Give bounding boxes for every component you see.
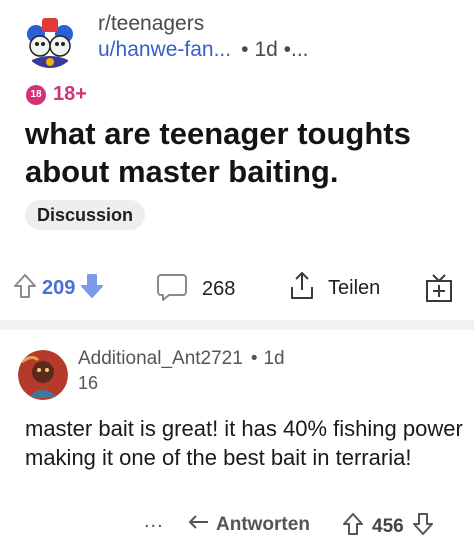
post-meta: u/hanwe-fan... • 1d •... [98,38,309,62]
upvote-arrow-icon[interactable] [12,272,38,305]
share-label: Teilen [328,277,381,299]
nsfw-indicator: 18 18+ [26,83,87,106]
comment-downvote-icon[interactable] [412,512,434,541]
comment-meta-separator: • [250,348,258,369]
downvote-arrow-icon[interactable] [79,272,105,305]
award-button[interactable] [424,272,454,309]
reply-label: Antworten [216,513,310,535]
comment-user-flair: 16 [78,373,99,393]
comment-avatar[interactable] [18,350,68,400]
comment-score: 456 [372,515,404,537]
comment-upvote-icon[interactable] [342,512,364,541]
comment-age: 1d [263,348,285,369]
subreddit-name[interactable]: r/teenagers [98,12,204,36]
award-gift-icon [424,274,454,308]
comment-author-line: Additional_Ant2721 • 1d [78,348,285,370]
vote-control: 209 [12,272,105,305]
comment-more-button[interactable]: ... [144,510,164,533]
share-icon [288,270,316,307]
comment-actions: ... Antworten 456 [0,510,474,540]
post-flair[interactable]: Discussion [25,200,146,230]
comment: Additional_Ant2721 • 1d 16 master bait is … [0,330,474,549]
section-divider [0,320,474,330]
post-age: 1d [254,38,278,61]
nsfw-icon: 18 [26,84,46,105]
comment-author[interactable]: Additional_Ant2721 [78,348,243,369]
comment-bubble-icon [156,272,188,307]
comment-body: master bait is great! it has 40% fishing… [25,416,463,470]
meta-separator: • [241,38,249,61]
share-button[interactable]: Teilen [288,270,380,307]
nsfw-label: 18+ [53,83,87,105]
subreddit-avatar[interactable] [22,12,78,68]
reply-button[interactable]: Antworten [188,512,310,537]
comment-count: 268 [202,278,236,300]
comment-vote-control: 456 [342,512,434,541]
post-author[interactable]: u/hanwe-fan... [98,38,231,61]
post-actions: 209 268 Teilen [0,268,474,310]
post-header: r/teenagers u/hanwe-fan... • 1d •... [22,8,462,70]
comments-button[interactable]: 268 [156,272,235,307]
upvote-count: 209 [42,277,76,299]
reply-arrow-icon [188,512,210,537]
post-title: what are teenager toughts about master b… [25,116,411,189]
more-options-button[interactable]: •... [284,38,309,61]
